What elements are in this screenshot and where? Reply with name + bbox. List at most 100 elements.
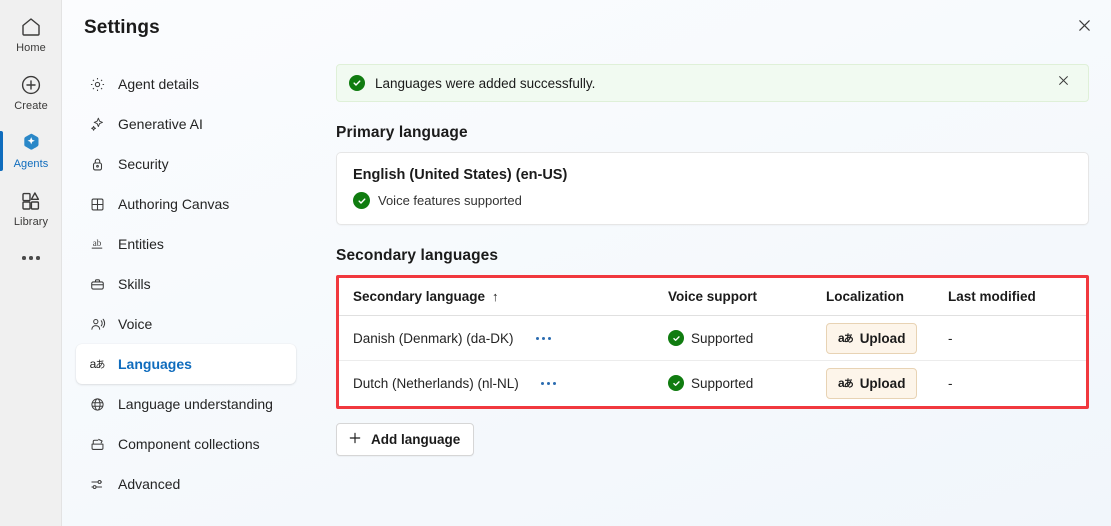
language-name: Danish (Denmark) (da-DK) bbox=[353, 330, 514, 346]
secondary-languages-highlight: Secondary language ↑ Voice support Locali… bbox=[336, 275, 1089, 409]
sparkle-icon bbox=[88, 115, 106, 133]
dot bbox=[547, 336, 551, 340]
sort-ascending-icon: ↑ bbox=[492, 289, 499, 304]
translate-icon: aあ bbox=[838, 330, 854, 345]
sidebar-item-label: Skills bbox=[118, 276, 151, 292]
settings-window: Home Create Agents Library Settings Agen… bbox=[0, 0, 1111, 526]
sidebar-item-entities[interactable]: ab Entities bbox=[76, 224, 296, 264]
plus-icon bbox=[348, 431, 362, 448]
more-horizontal-icon[interactable] bbox=[532, 332, 555, 345]
voice-support-label: Supported bbox=[691, 375, 754, 391]
sidebar-item-label: Agent details bbox=[118, 76, 199, 92]
dot bbox=[540, 381, 544, 385]
languages-panel: Languages were added successfully. Prima… bbox=[310, 56, 1111, 526]
settings-nav: Agent details Generative AI Security Aut… bbox=[62, 56, 310, 526]
language-name: Dutch (Netherlands) (nl-NL) bbox=[353, 375, 519, 391]
settings-titlebar: Settings bbox=[62, 0, 1111, 56]
column-header-voice-support[interactable]: Voice support bbox=[654, 278, 812, 316]
more-horizontal-icon[interactable] bbox=[537, 377, 560, 390]
secondary-languages-heading: Secondary languages bbox=[336, 247, 499, 264]
dot bbox=[552, 381, 556, 385]
dot bbox=[541, 336, 545, 340]
sidebar-item-label: Entities bbox=[118, 236, 164, 252]
secondary-languages-table: Secondary language ↑ Voice support Locali… bbox=[339, 278, 1086, 406]
sidebar-item-voice[interactable]: Voice bbox=[76, 304, 296, 344]
close-icon bbox=[1057, 74, 1070, 92]
voice-person-icon bbox=[88, 315, 106, 333]
table-row[interactable]: Dutch (Netherlands) (nl-NL) Supported aあ… bbox=[339, 361, 1086, 406]
upload-localization-button[interactable]: aあ Upload bbox=[826, 367, 918, 399]
sidebar-item-skills[interactable]: Skills bbox=[76, 264, 296, 304]
dismiss-banner-button[interactable] bbox=[1050, 70, 1076, 96]
collections-icon bbox=[88, 435, 106, 453]
lock-icon bbox=[88, 155, 106, 173]
sidebar-item-label: Voice bbox=[118, 316, 153, 332]
cell-voice-support: Supported bbox=[654, 315, 812, 361]
agents-sparkle-icon bbox=[19, 131, 43, 155]
sliders-icon bbox=[88, 475, 106, 493]
add-language-button[interactable]: Add language bbox=[336, 422, 475, 456]
rail-item-home[interactable]: Home bbox=[0, 6, 62, 64]
rail-item-label: Agents bbox=[13, 158, 49, 170]
cell-voice-support: Supported bbox=[654, 361, 812, 406]
globe-brain-icon bbox=[88, 395, 106, 413]
page-title: Settings bbox=[84, 17, 160, 38]
settings-body: Agent details Generative AI Security Aut… bbox=[62, 56, 1111, 526]
sidebar-item-authoring-canvas[interactable]: Authoring Canvas bbox=[76, 184, 296, 224]
sidebar-item-label: Security bbox=[118, 156, 169, 172]
rail-item-label: Library bbox=[13, 216, 49, 228]
cell-last-modified: - bbox=[934, 315, 1086, 361]
column-header-last-modified[interactable]: Last modified bbox=[934, 278, 1086, 316]
svg-text:ab: ab bbox=[93, 238, 102, 248]
column-header-label: Secondary language bbox=[353, 289, 486, 304]
rail-item-label: Create bbox=[14, 100, 48, 112]
rail-item-label: Home bbox=[16, 42, 46, 54]
rail-item-create[interactable]: Create bbox=[0, 64, 62, 122]
dot bbox=[535, 336, 539, 340]
sidebar-item-label: Component collections bbox=[118, 436, 260, 452]
add-language-label: Add language bbox=[371, 431, 461, 447]
success-check-icon bbox=[668, 375, 684, 392]
grid-icon bbox=[88, 195, 106, 213]
briefcase-icon bbox=[88, 275, 106, 293]
success-check-icon bbox=[668, 330, 684, 346]
column-header-localization[interactable]: Localization bbox=[812, 278, 934, 316]
sidebar-item-label: Advanced bbox=[118, 476, 181, 492]
sidebar-item-languages[interactable]: aあ Languages bbox=[76, 344, 296, 384]
ab-underline-icon: ab bbox=[88, 235, 106, 253]
sidebar-item-label: Languages bbox=[118, 356, 192, 372]
cell-last-modified: - bbox=[948, 375, 953, 391]
library-icon bbox=[19, 189, 43, 213]
sidebar-item-label: Language understanding bbox=[118, 396, 273, 412]
banner-message: Languages were added successfully. bbox=[375, 75, 596, 91]
home-icon bbox=[19, 15, 43, 39]
upload-button-label: Upload bbox=[859, 375, 906, 391]
gear-icon bbox=[88, 75, 106, 93]
dot bbox=[22, 256, 26, 260]
sidebar-item-advanced[interactable]: Advanced bbox=[76, 464, 296, 504]
cell-localization: aあ Upload bbox=[812, 361, 934, 406]
upload-localization-button[interactable]: aあ Upload bbox=[826, 322, 918, 354]
dot bbox=[29, 256, 33, 260]
rail-item-library[interactable]: Library bbox=[0, 180, 62, 238]
rail-more-button[interactable] bbox=[0, 238, 62, 278]
voice-status-label: Voice features supported bbox=[378, 193, 522, 208]
close-settings-button[interactable] bbox=[1067, 11, 1101, 45]
rail-item-agents[interactable]: Agents bbox=[0, 122, 62, 180]
sidebar-item-agent-details[interactable]: Agent details bbox=[76, 64, 296, 104]
primary-language-card: English (United States) (en-US) Voice fe… bbox=[336, 152, 1089, 225]
success-check-icon bbox=[349, 75, 365, 91]
sidebar-item-language-understanding[interactable]: Language understanding bbox=[76, 384, 296, 424]
column-header-secondary-language[interactable]: Secondary language ↑ bbox=[339, 278, 654, 316]
sidebar-item-label: Authoring Canvas bbox=[118, 196, 230, 212]
sidebar-item-generative-ai[interactable]: Generative AI bbox=[76, 104, 296, 144]
success-check-icon bbox=[353, 192, 370, 209]
sidebar-item-security[interactable]: Security bbox=[76, 144, 296, 184]
primary-language-voice-status: Voice features supported bbox=[353, 192, 1072, 209]
table-header-row: Secondary language ↑ Voice support Locali… bbox=[339, 278, 1086, 316]
settings-surface: Settings Agent details Generative AI Sec… bbox=[62, 0, 1111, 526]
table-row[interactable]: Danish (Denmark) (da-DK) Supported aあ Up… bbox=[339, 315, 1086, 361]
app-rail: Home Create Agents Library bbox=[0, 0, 62, 526]
upload-button-label: Upload bbox=[859, 330, 906, 346]
sidebar-item-component-collections[interactable]: Component collections bbox=[76, 424, 296, 464]
